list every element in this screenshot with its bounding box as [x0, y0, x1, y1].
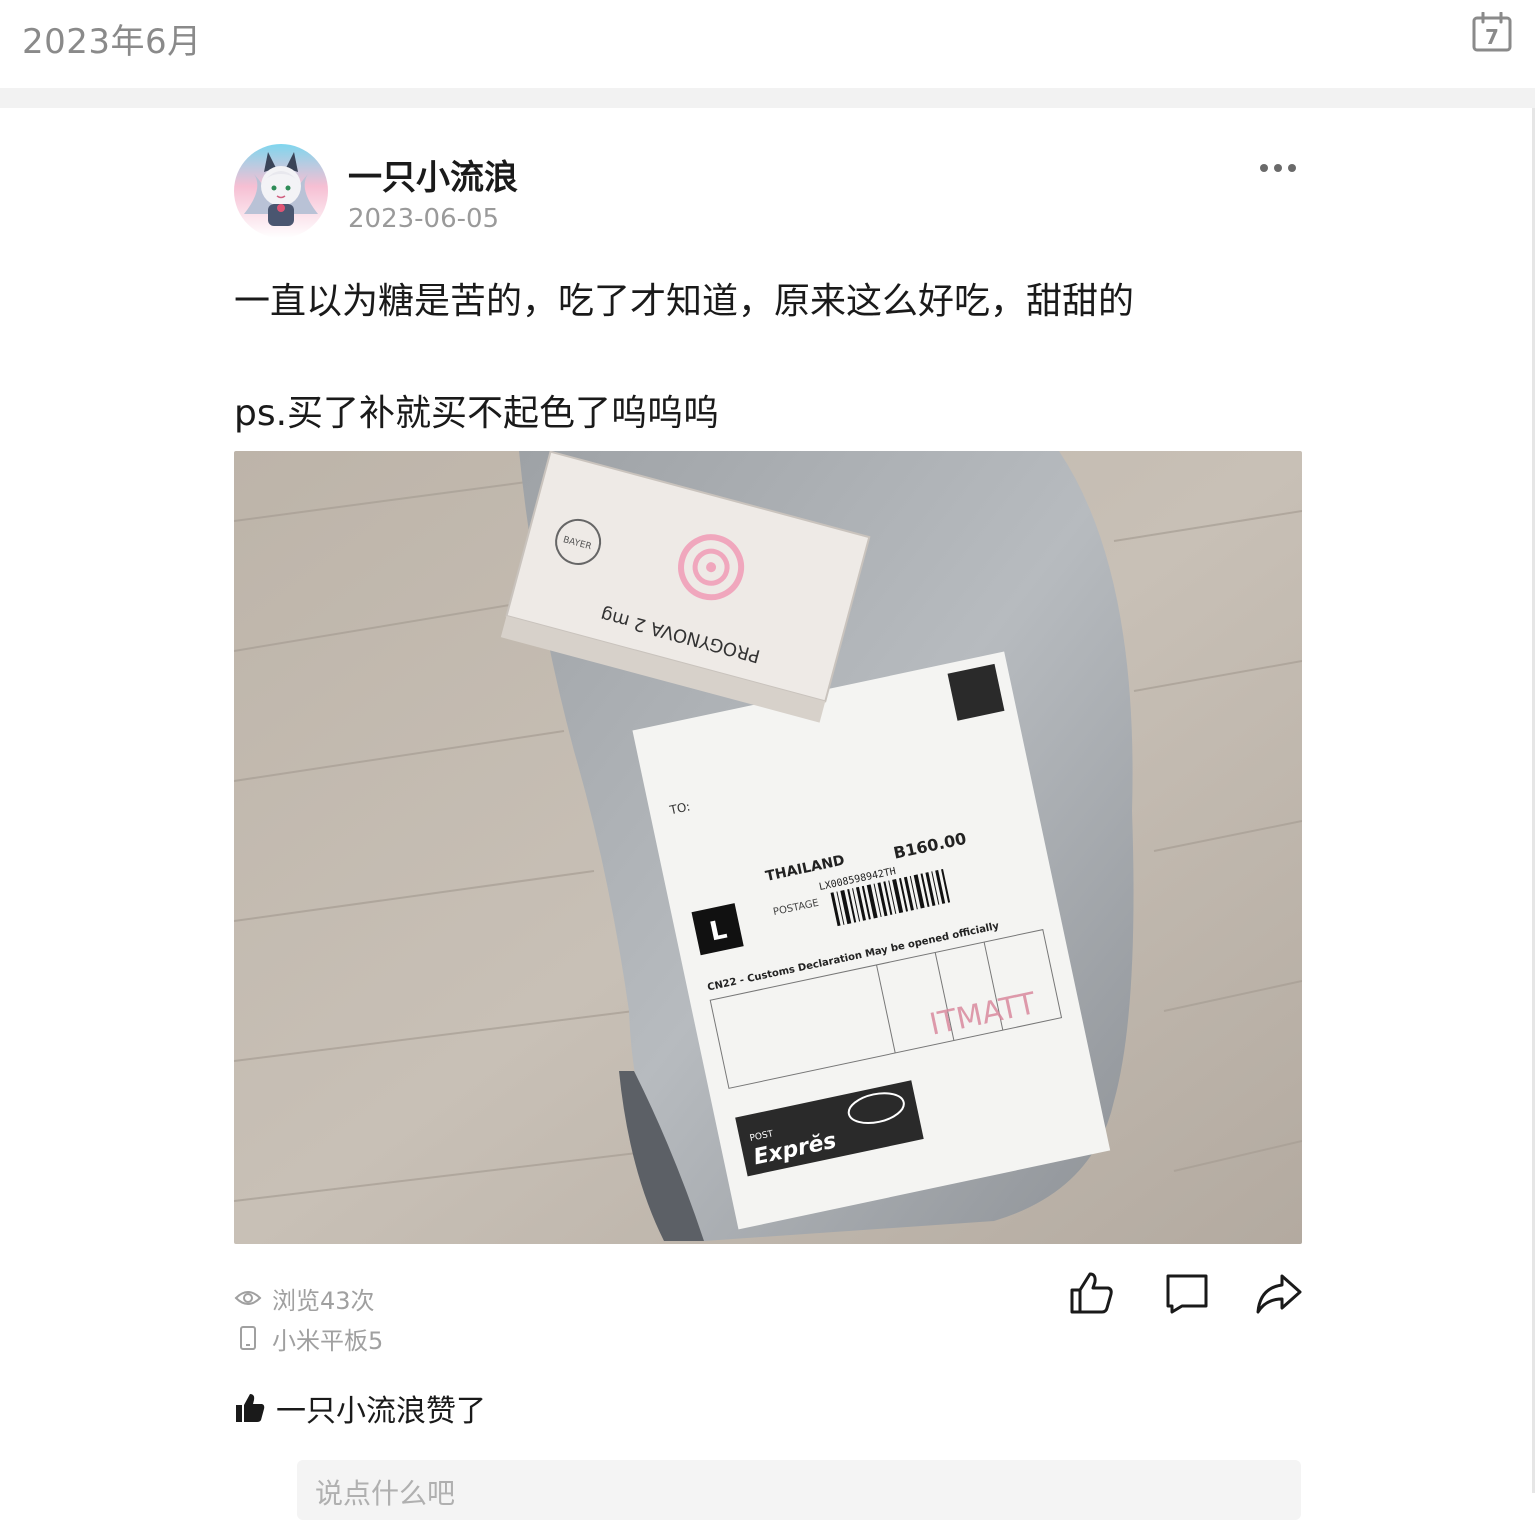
tablet-icon — [240, 1326, 256, 1350]
liked-by-row: 一只小流浪赞了 — [234, 1386, 486, 1430]
post-photo[interactable]: TO: THAILAND B160.00 POSTAGE L LX0085989… — [234, 451, 1302, 1244]
top-header: 2023年6月 7 — [0, 0, 1535, 88]
section-divider — [0, 88, 1535, 108]
eye-icon — [234, 1291, 262, 1305]
more-options-icon[interactable] — [1254, 156, 1302, 180]
month-title: 2023年6月 — [22, 22, 202, 62]
thumbs-up-filled-icon — [236, 1394, 265, 1422]
comment-icon[interactable] — [1162, 1268, 1212, 1318]
comment-box[interactable] — [297, 1460, 1301, 1520]
post-date: 2023-06-05 — [348, 204, 500, 234]
avatar[interactable] — [234, 144, 328, 238]
calendar-icon[interactable]: 7 — [1472, 12, 1512, 52]
post-text-line-2: ps.买了补就买不起色了呜呜呜 — [234, 393, 720, 434]
liked-by-text[interactable]: 一只小流浪赞了 — [276, 1386, 486, 1430]
calendar-day: 7 — [1485, 25, 1499, 49]
author-name[interactable]: 一只小流浪 — [348, 150, 518, 199]
views-count: 浏览43次 — [272, 1286, 375, 1315]
comment-input[interactable] — [313, 1472, 1277, 1514]
device-name: 小米平板5 — [272, 1326, 384, 1355]
views-row: 浏览43次 — [234, 1282, 375, 1315]
post-text-line-1: 一直以为糖是苦的，吃了才知道，原来这么好吃，甜甜的 — [234, 281, 1135, 322]
device-row: 小米平板5 — [234, 1322, 384, 1355]
like-icon[interactable] — [1066, 1268, 1116, 1318]
share-icon[interactable] — [1254, 1268, 1304, 1318]
